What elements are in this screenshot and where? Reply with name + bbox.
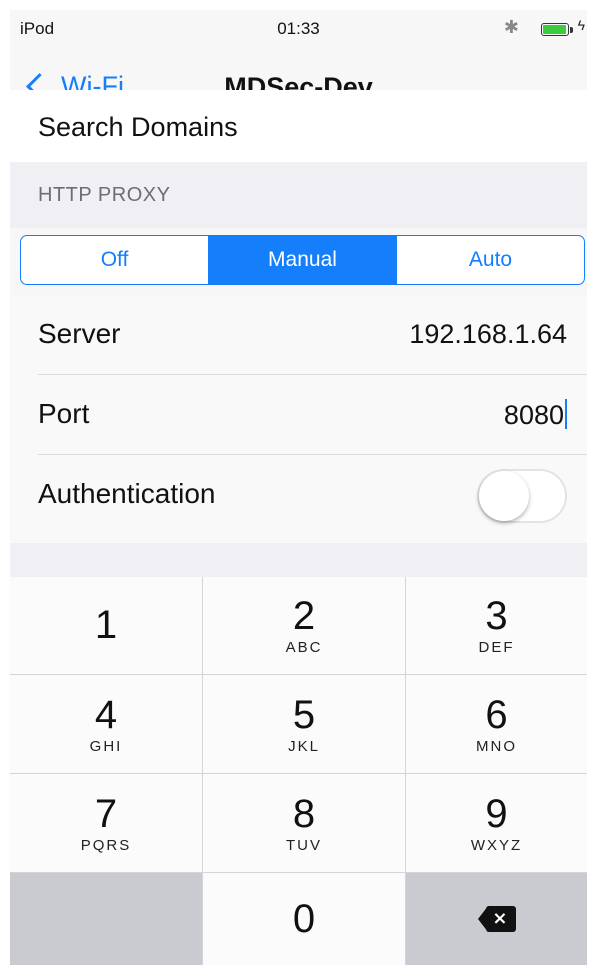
server-label: Server — [38, 318, 121, 349]
authentication-label: Authentication — [38, 478, 216, 509]
proxy-settings-list: Server 192.168.1.64 Port 8080 Authentica… — [10, 295, 587, 543]
numeric-keypad: 1 2 ABC 3 DEF 4 GHI 5 JKL 6 MNO 7 PQRS 8 — [10, 577, 587, 965]
key-letters: WXYZ — [470, 836, 523, 854]
key-digit: 0 — [292, 897, 316, 941]
clock: 01:33 — [277, 19, 320, 38]
key-2[interactable]: 2 ABC — [203, 577, 405, 674]
key-4[interactable]: 4 GHI — [10, 675, 202, 773]
port-input[interactable]: 8080 — [504, 399, 567, 431]
backspace-icon: × — [477, 906, 516, 932]
key-digit: 2 — [292, 594, 316, 638]
search-domains-row[interactable]: Search Domains — [10, 90, 587, 163]
segment-off[interactable]: Off — [21, 236, 208, 284]
charging-icon: ϟ — [577, 17, 585, 33]
key-3[interactable]: 3 DEF — [406, 577, 587, 674]
section-title: HTTP PROXY — [38, 184, 171, 206]
segment-auto[interactable]: Auto — [396, 236, 584, 284]
authentication-toggle[interactable] — [477, 469, 567, 523]
port-row[interactable]: Port 8080 — [10, 375, 587, 455]
key-7[interactable]: 7 PQRS — [10, 774, 202, 872]
key-5[interactable]: 5 JKL — [203, 675, 405, 773]
key-6[interactable]: 6 MNO — [406, 675, 587, 773]
authentication-row: Authentication — [10, 455, 587, 535]
key-blank — [10, 873, 202, 965]
settings-screen: iPod 01:33 ✱ ϟ Wi-Fi MDSec-Dev Search Do… — [10, 10, 587, 965]
status-bar: iPod 01:33 ✱ ϟ — [10, 10, 587, 50]
key-digit: 9 — [485, 791, 508, 836]
key-letters: JKL — [288, 737, 320, 755]
section-gap — [10, 543, 587, 577]
server-row[interactable]: Server 192.168.1.64 — [10, 295, 587, 375]
key-letters: DEF — [478, 639, 515, 656]
key-digit: 4 — [94, 692, 118, 737]
text-cursor — [565, 399, 567, 429]
key-1[interactable]: 1 — [10, 577, 202, 674]
key-letters: PQRS — [80, 836, 132, 854]
key-digit: 7 — [94, 791, 118, 836]
segment-manual[interactable]: Manual — [208, 236, 396, 284]
key-8[interactable]: 8 TUV — [203, 774, 405, 872]
port-value: 8080 — [503, 400, 564, 430]
http-proxy-header: HTTP PROXY — [10, 162, 587, 228]
key-digit: 6 — [485, 692, 508, 737]
battery-tip — [570, 27, 573, 33]
toggle-knob — [479, 471, 529, 521]
key-digit: 3 — [485, 594, 508, 638]
search-domains-label: Search Domains — [38, 112, 238, 142]
battery-icon — [541, 23, 569, 36]
key-letters: ABC — [285, 639, 323, 656]
server-input[interactable]: 192.168.1.64 — [409, 319, 567, 350]
key-letters: TUV — [286, 836, 322, 854]
key-0[interactable]: 0 — [203, 873, 405, 965]
key-digit: 8 — [292, 791, 316, 836]
key-9[interactable]: 9 WXYZ — [406, 774, 587, 872]
delete-key[interactable]: × — [406, 873, 587, 965]
key-digit: 5 — [292, 692, 316, 737]
key-digit: 1 — [94, 602, 118, 647]
port-label: Port — [38, 398, 90, 429]
proxy-mode-segmented-control: Off Manual Auto — [20, 235, 585, 285]
key-letters: MNO — [476, 737, 517, 755]
key-letters: GHI — [89, 737, 123, 755]
bluetooth-icon: ✱ — [503, 17, 519, 37]
